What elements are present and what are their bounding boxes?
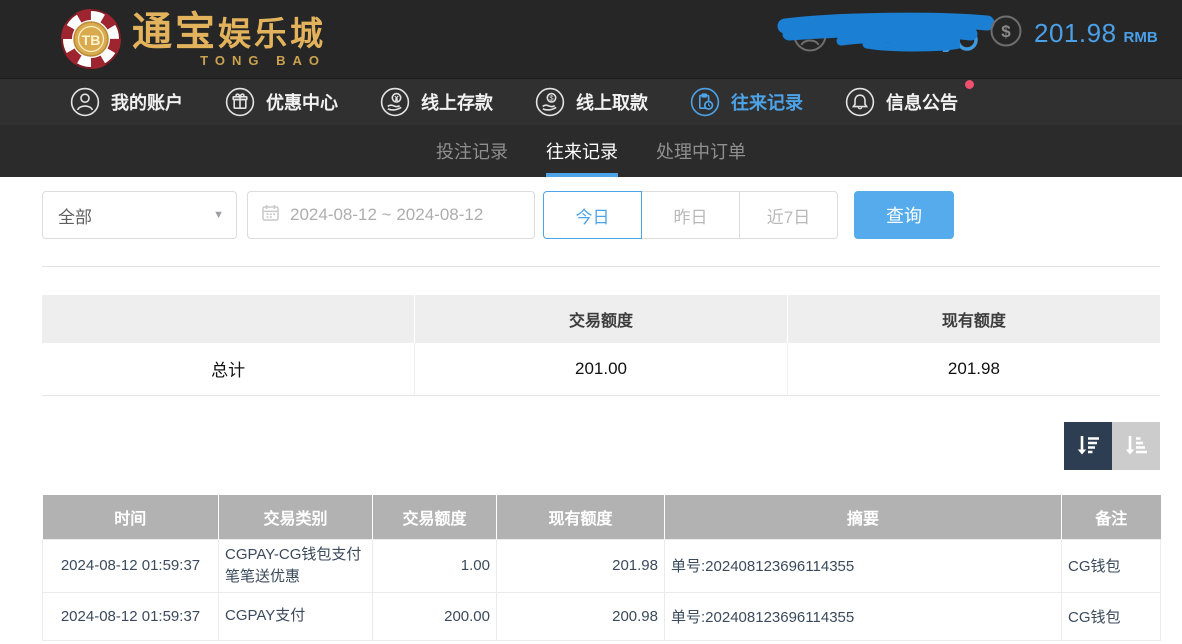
summary-header-transaction-amount: 交易额度 xyxy=(415,295,788,343)
date-range-input[interactable]: 2024-08-12 ~ 2024-08-12 xyxy=(247,191,535,239)
tab-betting-records[interactable]: 投注记录 xyxy=(436,125,508,177)
bell-icon xyxy=(845,87,875,117)
summary-total-transaction-amount: 201.00 xyxy=(415,343,788,395)
date-range-value: 2024-08-12 ~ 2024-08-12 xyxy=(290,205,483,225)
type-select[interactable]: 全部 ▼ xyxy=(42,191,237,239)
records-header-summary: 摘要 xyxy=(665,495,1062,540)
gift-icon xyxy=(225,87,255,117)
table-row: 2024-08-12 01:59:37 CGPAY-CG钱包支付笔笔送优惠 1.… xyxy=(43,540,1161,593)
svg-text:$: $ xyxy=(1001,22,1011,41)
records-header-type: 交易类别 xyxy=(219,495,373,540)
tab-transaction-records[interactable]: 往来记录 xyxy=(546,125,618,177)
quick-range-yesterday[interactable]: 昨日 xyxy=(641,191,740,239)
summary-header-empty xyxy=(42,295,415,343)
nav-label: 信息公告 xyxy=(886,89,958,115)
table-row: 2024-08-12 01:59:37 CGPAY支付 200.00 200.9… xyxy=(43,592,1161,640)
query-button[interactable]: 查询 xyxy=(854,191,954,239)
balance-display: $ 201.98 RMB xyxy=(990,15,1158,52)
records-header-amount: 交易额度 xyxy=(373,495,497,540)
sub-nav: 投注记录 往来记录 处理中订单 xyxy=(0,125,1182,177)
svg-text:TB: TB xyxy=(82,32,101,48)
summary-header-current-amount: 现有额度 xyxy=(787,295,1160,343)
chevron-down-icon: ▼ xyxy=(213,209,224,221)
deposit-icon xyxy=(380,87,410,117)
record-type: CGPAY支付 xyxy=(219,592,373,640)
logo-chip-icon: TB xyxy=(60,8,122,70)
sort-ascending-button[interactable] xyxy=(1112,422,1160,470)
nav-label: 优惠中心 xyxy=(266,89,338,115)
logo-cn-small: 娱乐城 xyxy=(218,17,326,53)
nav-item-my-account[interactable]: 我的账户 xyxy=(70,87,183,117)
type-select-value: 全部 xyxy=(58,203,92,228)
user-icon xyxy=(70,87,100,117)
records-icon xyxy=(690,87,720,117)
nav-item-promotions[interactable]: 优惠中心 xyxy=(225,87,338,117)
nav-item-transaction-records[interactable]: 往来记录 xyxy=(690,87,803,117)
nav-label: 往来记录 xyxy=(731,89,803,115)
records-table: 时间 交易类别 交易额度 现有额度 摘要 备注 2024-08-12 01:59… xyxy=(42,495,1161,641)
record-time: 2024-08-12 01:59:37 xyxy=(43,592,219,640)
sort-controls xyxy=(0,422,1160,470)
top-header: TB 通宝娱乐城 TONG BAO xyxy=(0,0,1182,78)
record-time: 2024-08-12 01:59:37 xyxy=(43,540,219,593)
nav-label: 线上取款 xyxy=(576,89,648,115)
record-note: CG钱包 xyxy=(1062,592,1161,640)
nav-item-deposit[interactable]: 线上存款 xyxy=(380,87,493,117)
main-nav: 我的账户 优惠中心 线上存款 $ 线上取款 往来记录 信息公告 xyxy=(0,78,1182,125)
records-header-note: 备注 xyxy=(1062,495,1161,540)
summary-total-row: 总计 201.00 201.98 xyxy=(42,343,1160,395)
summary-total-current-amount: 201.98 xyxy=(787,343,1160,395)
calendar-icon xyxy=(261,203,280,227)
quick-range-last7days[interactable]: 近7日 xyxy=(739,191,838,239)
logo-text: 通宝娱乐城 TONG BAO xyxy=(132,12,326,67)
sort-descending-icon xyxy=(1074,432,1102,460)
record-amount: 1.00 xyxy=(373,540,497,593)
summary-table: 交易额度 现有额度 总计 201.00 201.98 xyxy=(42,295,1160,396)
site-logo[interactable]: TB 通宝娱乐城 TONG BAO xyxy=(60,8,326,70)
nav-label: 线上存款 xyxy=(421,89,493,115)
nav-item-announcements[interactable]: 信息公告 xyxy=(845,87,958,117)
balance-amount: 201.98 xyxy=(1034,18,1117,49)
sort-descending-button[interactable] xyxy=(1064,422,1112,470)
username-area[interactable] xyxy=(785,10,985,62)
record-summary: 单号:202408123696114355 xyxy=(665,540,1062,593)
summary-total-label: 总计 xyxy=(42,343,415,395)
record-summary: 单号:202408123696114355 xyxy=(665,592,1062,640)
logo-cn-big: 通宝 xyxy=(132,9,218,54)
record-balance: 201.98 xyxy=(497,540,665,593)
withdraw-icon: $ xyxy=(535,87,565,117)
records-header-time: 时间 xyxy=(43,495,219,540)
record-amount: 200.00 xyxy=(373,592,497,640)
records-header-row: 时间 交易类别 交易额度 现有额度 摘要 备注 xyxy=(43,495,1161,540)
quick-range-group: 今日 昨日 近7日 xyxy=(543,191,838,239)
tab-processing-orders[interactable]: 处理中订单 xyxy=(656,125,746,177)
record-type: CGPAY-CG钱包支付笔笔送优惠 xyxy=(219,540,373,593)
notification-dot xyxy=(965,80,974,89)
record-balance: 200.98 xyxy=(497,592,665,640)
records-header-balance: 现有额度 xyxy=(497,495,665,540)
section-divider xyxy=(42,266,1160,267)
redaction-scribble xyxy=(771,10,1001,65)
quick-range-today[interactable]: 今日 xyxy=(543,191,642,239)
logo-en: TONG BAO xyxy=(132,54,326,67)
nav-item-withdraw[interactable]: $ 线上取款 xyxy=(535,87,648,117)
record-note: CG钱包 xyxy=(1062,540,1161,593)
sort-ascending-icon xyxy=(1122,432,1150,460)
currency-icon: $ xyxy=(990,15,1022,52)
nav-label: 我的账户 xyxy=(111,89,183,115)
filter-row: 全部 ▼ 2024-08-12 ~ 2024-08-12 今日 昨日 近7日 查… xyxy=(42,191,1182,239)
balance-currency: RMB xyxy=(1124,22,1158,46)
